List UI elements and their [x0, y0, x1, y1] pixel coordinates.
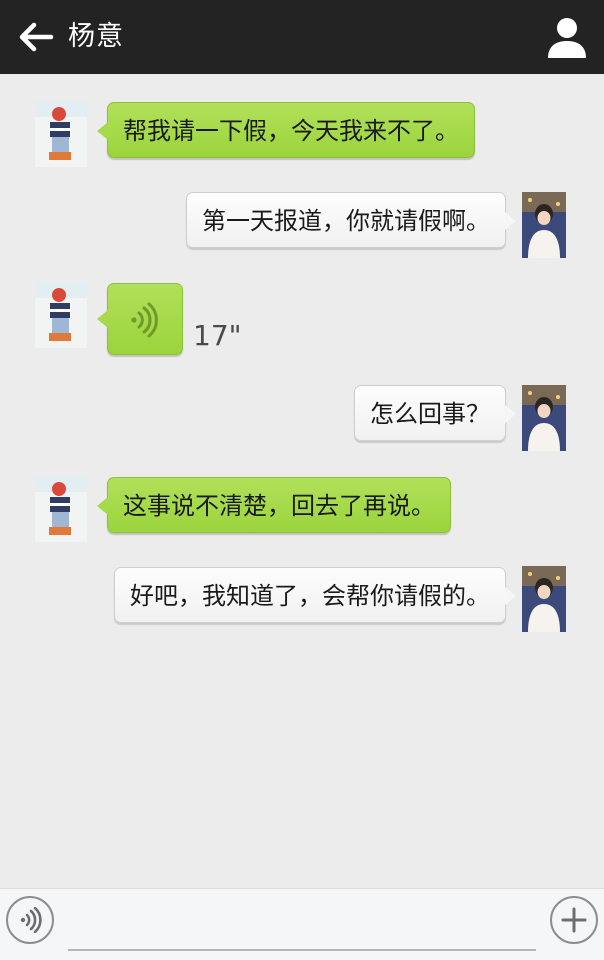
my-avatar[interactable]	[522, 566, 574, 632]
contact-avatar[interactable]	[35, 476, 87, 542]
my-avatar[interactable]	[522, 192, 574, 258]
message-bubble[interactable]: 帮我请一下假，今天我来不了。	[97, 102, 475, 158]
voice-duration: 17"	[193, 319, 242, 352]
chat-area[interactable]: 帮我请一下假，今天我来不了。 第一天报道，你就请假啊。 17" 怎么回事？ 这事…	[0, 74, 604, 888]
message-bubble[interactable]: 好吧，我知道了，会帮你请假的。	[114, 567, 516, 623]
contact-avatar[interactable]	[35, 101, 87, 167]
voice-wave-icon	[131, 302, 158, 338]
my-avatar[interactable]	[522, 385, 574, 451]
message-bubble[interactable]: 这事说不清楚，回去了再说。	[97, 477, 451, 533]
voice-input-button[interactable]	[6, 896, 54, 944]
voice-message-bubble[interactable]	[97, 283, 183, 355]
contact-avatar[interactable]	[35, 282, 87, 348]
top-bar: 杨意	[0, 0, 604, 74]
person-icon	[548, 18, 586, 58]
input-bar	[0, 888, 604, 960]
message-bubble[interactable]: 第一天报道，你就请假啊。	[186, 192, 516, 248]
message-bubble[interactable]: 怎么回事？	[354, 385, 516, 441]
message-input[interactable]	[68, 899, 536, 951]
profile-button[interactable]	[544, 14, 590, 60]
chat-title: 杨意	[68, 21, 124, 52]
arrow-left-icon	[19, 22, 54, 52]
more-options-button[interactable]	[550, 896, 598, 944]
plus-icon	[561, 907, 587, 933]
voice-input-icon	[20, 907, 42, 933]
back-button[interactable]	[16, 17, 56, 57]
